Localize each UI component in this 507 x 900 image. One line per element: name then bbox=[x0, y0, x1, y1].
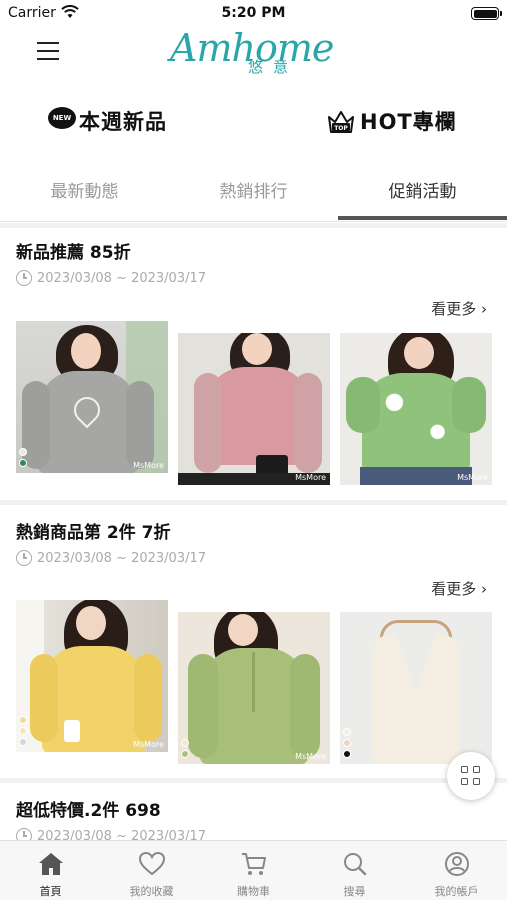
category-tabs: 最新動態 熱銷排行 促銷活動 bbox=[0, 170, 507, 222]
see-more-link[interactable]: 看更多 › bbox=[431, 298, 487, 319]
date-range-text: 2023/03/08 ~ 2023/03/17 bbox=[37, 270, 207, 286]
search-icon bbox=[344, 853, 367, 876]
tabbar-account[interactable]: 我的帳戶 bbox=[406, 841, 507, 900]
brand-watermark: MsMore bbox=[133, 461, 164, 470]
tabbar-label: 首頁 bbox=[39, 885, 62, 898]
hot-column-link[interactable]: TOP HOT專欄 bbox=[326, 103, 457, 139]
bottom-tab-bar: 首頁 我的收藏 購物車 搜尋 我的帳戶 bbox=[0, 840, 507, 900]
tabbar-search[interactable]: 搜尋 bbox=[304, 841, 405, 900]
promotion-section: 熱銷商品第 2件 7折 2023/03/08 ~ 2023/03/17 看更多 … bbox=[0, 518, 507, 780]
brand-watermark: MsMore bbox=[133, 740, 164, 749]
promotion-section: 超低特價.2件 698 2023/03/08 ~ 2023/03/17 bbox=[0, 796, 507, 840]
color-swatches bbox=[19, 713, 27, 746]
new-arrivals-label: 本週新品 bbox=[79, 110, 167, 134]
product-card[interactable]: MsMore bbox=[178, 612, 330, 764]
divider bbox=[0, 223, 507, 228]
color-swatches bbox=[19, 445, 27, 467]
brand-logo[interactable]: Amhome 悠意 bbox=[170, 26, 340, 80]
heart-icon bbox=[138, 851, 166, 876]
clock-icon bbox=[16, 550, 32, 566]
clock-icon bbox=[16, 828, 32, 840]
tab-best-sellers[interactable]: 熱銷排行 bbox=[169, 170, 338, 214]
status-time: 5:20 PM bbox=[221, 5, 286, 21]
promotion-title: 新品推薦 85折 bbox=[16, 243, 131, 263]
tabbar-label: 購物車 bbox=[237, 885, 270, 898]
promotion-date: 2023/03/08 ~ 2023/03/17 bbox=[16, 270, 206, 286]
promotion-section: 新品推薦 85折 2023/03/08 ~ 2023/03/17 看更多 › M… bbox=[0, 238, 507, 496]
cart-icon bbox=[242, 853, 266, 875]
tabbar-label: 我的收藏 bbox=[129, 885, 174, 898]
product-card[interactable]: MsMore bbox=[178, 333, 330, 485]
product-card[interactable]: MsMore bbox=[16, 600, 168, 752]
status-bar: Carrier 5:20 PM bbox=[0, 0, 507, 28]
product-row: MsMore MsMore bbox=[16, 600, 492, 768]
logo-subtext: 悠意 bbox=[248, 58, 299, 76]
promotion-title: 熱銷商品第 2件 7折 bbox=[16, 523, 171, 543]
crown-top-icon: TOP bbox=[326, 108, 356, 134]
product-card[interactable]: MsMore bbox=[340, 333, 492, 485]
date-range-text: 2023/03/08 ~ 2023/03/17 bbox=[37, 828, 207, 841]
menu-icon[interactable] bbox=[37, 42, 59, 60]
divider bbox=[0, 500, 507, 505]
new-arrivals-link[interactable]: NEW 本週新品 bbox=[48, 103, 167, 139]
tabbar-label: 搜尋 bbox=[343, 885, 366, 898]
tabbar-favorites[interactable]: 我的收藏 bbox=[101, 841, 202, 900]
brand-watermark: MsMore bbox=[457, 473, 488, 482]
active-tab-indicator bbox=[338, 216, 507, 220]
promotion-date: 2023/03/08 ~ 2023/03/17 bbox=[16, 550, 206, 566]
color-swatches bbox=[343, 725, 351, 758]
tab-promotions[interactable]: 促銷活動 bbox=[338, 170, 507, 214]
product-card[interactable]: MsMore bbox=[16, 321, 168, 473]
product-card[interactable] bbox=[340, 612, 492, 764]
battery-icon bbox=[471, 7, 502, 20]
tabbar-home[interactable]: 首頁 bbox=[0, 841, 101, 900]
home-icon bbox=[39, 853, 63, 875]
brand-watermark: MsMore bbox=[295, 752, 326, 761]
tabbar-cart[interactable]: 購物車 bbox=[203, 841, 304, 900]
svg-text:TOP: TOP bbox=[334, 125, 348, 132]
clock-icon bbox=[16, 270, 32, 286]
feature-links: NEW 本週新品 TOP HOT專欄 bbox=[0, 103, 507, 139]
product-row: MsMore MsMore MsMore bbox=[16, 321, 492, 488]
promotion-title: 超低特價.2件 698 bbox=[16, 801, 161, 821]
promotion-date: 2023/03/08 ~ 2023/03/17 bbox=[16, 828, 206, 840]
color-swatches bbox=[181, 736, 189, 758]
grid-menu-button[interactable] bbox=[447, 752, 495, 800]
tab-latest-news[interactable]: 最新動態 bbox=[0, 170, 169, 214]
divider bbox=[0, 778, 507, 783]
hot-column-label: HOT專欄 bbox=[360, 110, 457, 134]
new-speech-bubble-icon: NEW bbox=[48, 107, 76, 129]
see-more-link[interactable]: 看更多 › bbox=[431, 578, 487, 599]
user-account-icon bbox=[445, 852, 469, 876]
date-range-text: 2023/03/08 ~ 2023/03/17 bbox=[37, 550, 207, 566]
tabbar-label: 我的帳戶 bbox=[434, 885, 479, 898]
brand-watermark: MsMore bbox=[295, 473, 326, 482]
